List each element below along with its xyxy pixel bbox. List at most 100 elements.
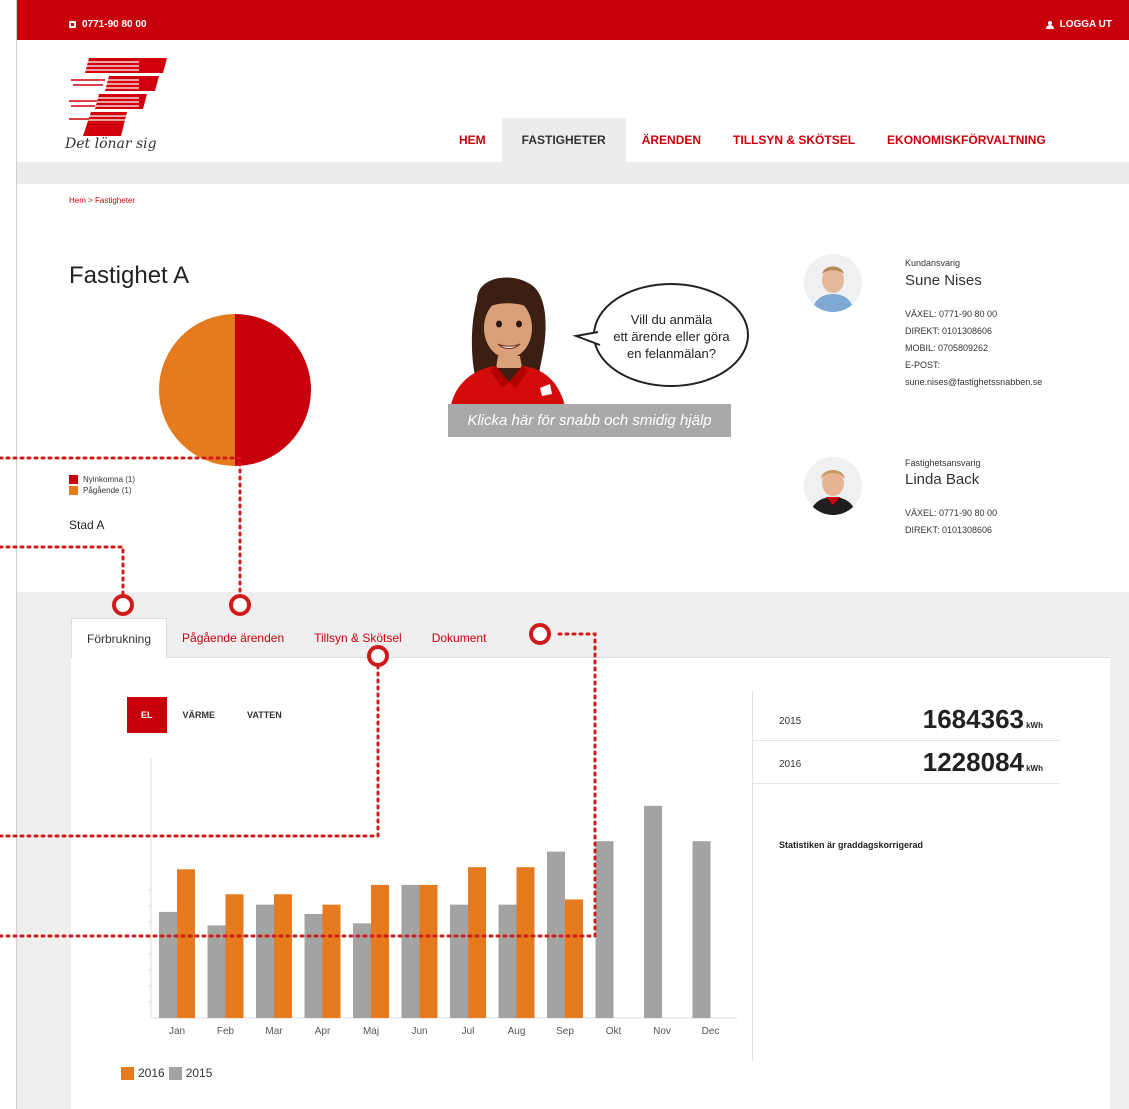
x-tick-label: Nov (653, 1026, 671, 1037)
x-tick-label: Feb (217, 1026, 235, 1037)
x-tick-label: Maj (363, 1026, 379, 1037)
pie-legend: Nyinkomna (1) Pågående (1) (69, 474, 135, 496)
contact-line: E-POST: (905, 360, 941, 370)
stat-row-2016: 2016 1228084 kWh (753, 741, 1059, 784)
avatar (804, 457, 862, 515)
bar-2016-sep[interactable] (565, 899, 583, 1018)
bar-2015-sep[interactable] (547, 851, 565, 1018)
pie-slice-nyinkomna (235, 314, 311, 466)
energy-tab-varme[interactable]: VÄRME (167, 697, 232, 733)
x-tick-label: Dec (702, 1026, 720, 1037)
energy-tab-vatten[interactable]: VATTEN (231, 697, 298, 733)
x-tick-label: Jun (411, 1026, 427, 1037)
stats-note: Statistiken är graddagskorrigerad (779, 840, 924, 850)
top-bar: 0771-90 80 00 LOGGA UT (17, 0, 1129, 40)
bar-2016-apr[interactable] (322, 904, 341, 1018)
stat-year: 2016 (779, 759, 802, 770)
contact-name: Linda Back (905, 471, 980, 488)
tab-tillsyn-skotsel[interactable]: Tillsyn & Skötsel (299, 618, 417, 658)
property-city: Stad A (69, 518, 105, 532)
nav-underbar (17, 162, 1129, 184)
x-tick-label: Okt (606, 1026, 622, 1037)
contact-line: VÄXEL: 0771-90 80 00 (905, 508, 998, 518)
site-header: Det lönar sig HEM FASTIGHETER ÄRENDEN TI… (17, 40, 1129, 180)
tab-forbrukning[interactable]: Förbrukning (71, 618, 168, 658)
x-tick-label: Sep (556, 1026, 574, 1037)
legend-label: Pågående (1) (83, 486, 132, 495)
contact-role: Kundansvarig (905, 258, 961, 268)
bar-2015-aug[interactable] (498, 904, 517, 1018)
bubble-line: en felanmälan? (627, 346, 716, 361)
bar-2016-aug[interactable] (516, 867, 535, 1018)
stat-unit: kWh (1026, 764, 1043, 773)
logout-label: LOGGA UT (1059, 19, 1112, 30)
stat-row-2015: 2015 1684363 kWh (753, 698, 1059, 741)
legend-item-nyinkomna: Nyinkomna (1) (69, 474, 135, 485)
chart-legend: 2016 2015 (121, 1066, 212, 1080)
bar-2015-maj[interactable] (353, 923, 371, 1018)
energy-tab-el[interactable]: EL (127, 697, 167, 733)
bar-2015-feb[interactable] (207, 925, 226, 1018)
energy-type-tabs: EL VÄRME VATTEN (127, 697, 298, 733)
contact-details: VÄXEL: 0771-90 80 00 DIREKT: 0101308606 … (905, 306, 1042, 391)
tab-pagaende-arenden[interactable]: Pågående ärenden (167, 618, 299, 658)
phone-icon (69, 21, 76, 28)
bar-2015-jun[interactable] (401, 884, 420, 1018)
bar-2015-nov[interactable] (644, 805, 662, 1018)
bar-2015-apr[interactable] (304, 914, 323, 1018)
contact-details: VÄXEL: 0771-90 80 00 DIREKT: 0101308606 (905, 505, 997, 539)
legend-label-2016: 2016 (138, 1066, 165, 1080)
bubble-line: Vill du anmäla (630, 312, 713, 327)
quick-help-button[interactable]: Klicka här för snabb och smidig hjälp (448, 404, 731, 437)
logout-button[interactable]: LOGGA UT (1045, 19, 1112, 30)
stat-value: 1684363 (922, 704, 1024, 734)
bar-2016-maj[interactable] (371, 884, 389, 1018)
logo-slogan: Det lönar sig (65, 136, 157, 152)
bar-2015-dec[interactable] (692, 841, 711, 1018)
legend-swatch-2015 (168, 1066, 182, 1080)
bar-2016-jun[interactable] (419, 884, 438, 1018)
nav-item-ekonomiskforvaltning[interactable]: EKONOMISKFÖRVALTNING (871, 118, 1062, 162)
legend-label: Nyinkomna (1) (83, 475, 136, 484)
bar-2015-mar[interactable] (256, 904, 274, 1018)
breadcrumb[interactable]: Hem > Fastigheter (69, 196, 135, 205)
avatar (804, 254, 862, 312)
contact-role: Fastighetsansvarig (905, 458, 981, 468)
x-tick-label: Jan (169, 1026, 185, 1037)
legend-item-pagaende: Pågående (1) (69, 485, 135, 496)
legend-swatch (69, 486, 78, 495)
nav-item-hem[interactable]: HEM (443, 118, 502, 162)
bar-2016-mar[interactable] (274, 894, 292, 1018)
consumption-bar-chart: Jan Feb Mar Apr Maj Jun Jul Aug Sep Okt Nov Dec (148, 758, 737, 1037)
contact-email-link[interactable]: sune.nises@fastighetssnabben.se (905, 374, 1042, 391)
bubble-line: ett ärende eller göra (613, 329, 730, 344)
contact-line: DIREKT: 0101308606 (905, 326, 993, 336)
bar-2016-jan[interactable] (177, 869, 195, 1018)
bar-2016-jul[interactable] (468, 867, 486, 1018)
bar-2015-okt[interactable] (595, 841, 614, 1018)
phone-link[interactable]: 0771-90 80 00 (69, 19, 147, 30)
bar-2016-feb[interactable] (225, 894, 244, 1018)
stat-unit: kWh (1026, 721, 1043, 730)
legend-swatch-2016 (121, 1066, 134, 1080)
phone-number: 0771-90 80 00 (82, 19, 147, 30)
status-pie-chart (159, 314, 311, 466)
legend-swatch (69, 475, 78, 484)
x-tick-label: Mar (265, 1026, 283, 1037)
x-tick-label: Apr (315, 1026, 331, 1037)
bar-2015-jul[interactable] (450, 904, 468, 1018)
helper-speech-bubble: Vill du anmäla ett ärende eller göra en … (599, 311, 744, 362)
contact-line: DIREKT: 0101308606 (905, 525, 993, 535)
nav-item-arenden[interactable]: ÄRENDEN (626, 118, 717, 162)
tab-dokument[interactable]: Dokument (417, 618, 502, 658)
page-title: Fastighet A (69, 262, 190, 289)
stat-year: 2015 (779, 716, 802, 727)
contact-name: Sune Nises (905, 272, 982, 289)
bar-2015-jan[interactable] (159, 911, 177, 1018)
nav-item-fastigheter[interactable]: FASTIGHETER (501, 118, 626, 162)
user-icon (1045, 20, 1054, 29)
nav-item-tillsyn-skotsel[interactable]: TILLSYN & SKÖTSEL (717, 118, 871, 162)
contact-line: MOBIL: 0705809262 (905, 343, 989, 353)
section-tabs: Förbrukning Pågående ärenden Tillsyn & S… (71, 618, 501, 658)
stat-value: 1228084 (922, 747, 1024, 777)
